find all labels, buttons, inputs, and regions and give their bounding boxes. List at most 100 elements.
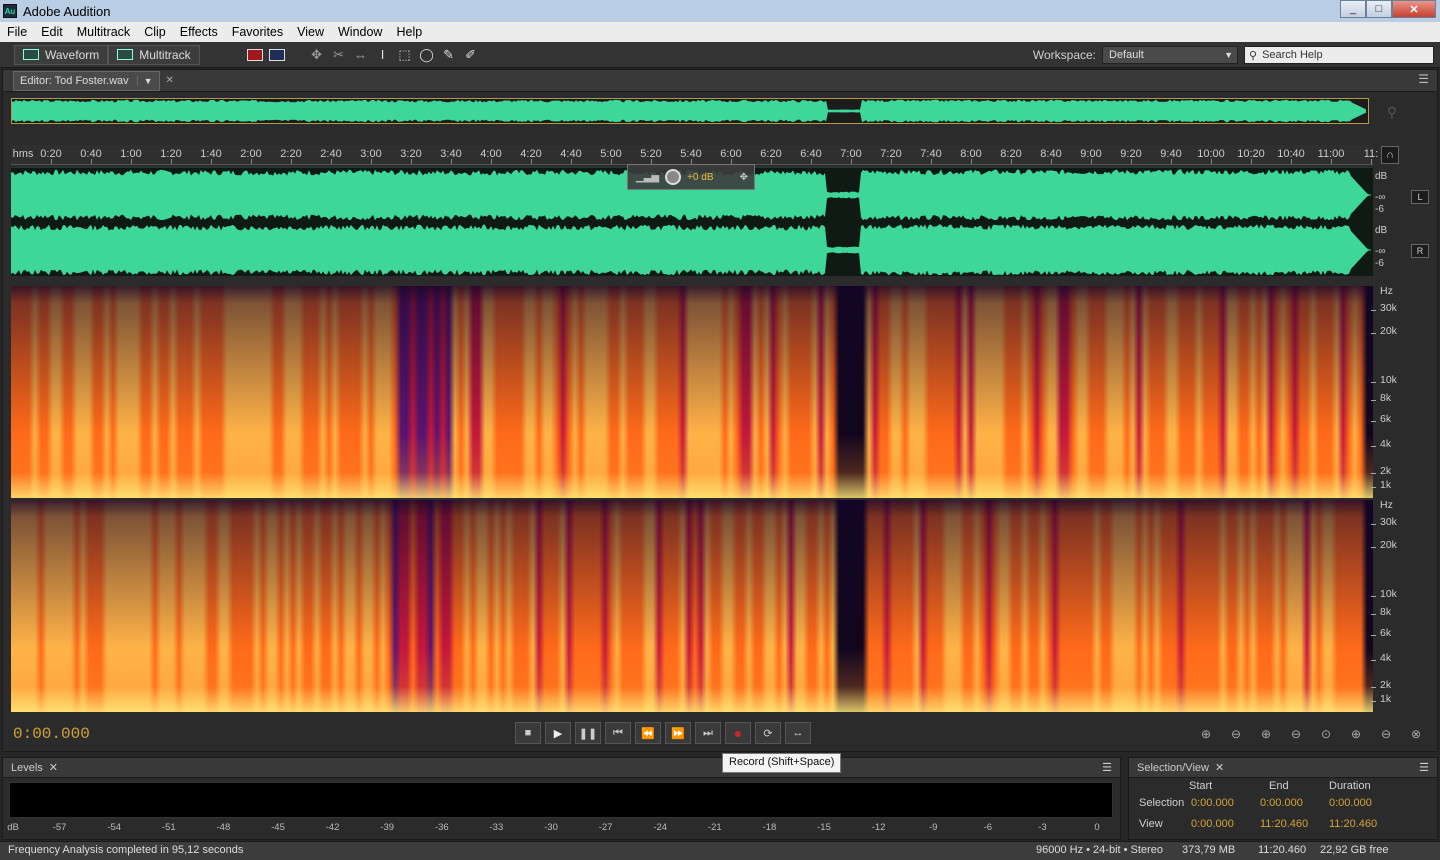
overview-navigator[interactable]: [11, 98, 1369, 124]
selection-start-field[interactable]: 0:00.000: [1191, 797, 1234, 809]
current-time-display[interactable]: 0:00.000: [13, 725, 90, 743]
zoom-out-time-icon[interactable]: ⊖: [1285, 724, 1307, 744]
time-ruler[interactable]: hms 0:20 0:40 1:00 1:20 1:40 2:00 2:20 2:40 3:00…: [11, 145, 1378, 165]
close-button[interactable]: ✕: [1392, 0, 1436, 18]
overview-waveform: [12, 99, 1366, 123]
workspace-select[interactable]: Default ▼: [1102, 46, 1238, 64]
level-scale-label: -36: [434, 822, 449, 833]
workspace-value: Default: [1109, 49, 1144, 61]
skip-selection-button[interactable]: ↔: [785, 722, 811, 744]
frequency-tick: [1371, 547, 1376, 548]
close-tab-icon[interactable]: ✕: [1215, 761, 1224, 774]
search-help-input[interactable]: ⚲ Search Help: [1244, 46, 1434, 64]
selection-end-field[interactable]: 0:00.000: [1260, 797, 1303, 809]
ruler-tick: [1091, 159, 1092, 164]
lasso-tool-icon[interactable]: ◯: [416, 45, 438, 65]
menu-edit[interactable]: Edit: [34, 25, 70, 39]
volume-knob[interactable]: [665, 169, 682, 185]
next-button[interactable]: ⏭: [695, 722, 721, 744]
rewind-button[interactable]: ⏪: [635, 722, 661, 744]
maximize-button[interactable]: □: [1366, 0, 1392, 18]
menu-clip[interactable]: Clip: [137, 25, 173, 39]
chevron-down-icon[interactable]: ▼: [136, 75, 153, 86]
zoom-in-time-icon[interactable]: ⊕: [1255, 724, 1277, 744]
level-scale-label: -21: [707, 822, 722, 833]
row-selection-label: Selection: [1139, 797, 1185, 809]
record-button[interactable]: ●: [725, 722, 751, 744]
waveform-shape: [11, 224, 1371, 275]
ruler-tick: [331, 159, 332, 164]
view-start-field[interactable]: 0:00.000: [1191, 818, 1234, 830]
waveform-view-button[interactable]: Waveform: [14, 44, 109, 65]
selection-duration-field[interactable]: 0:00.000: [1329, 797, 1372, 809]
col-end-header: End: [1269, 780, 1289, 792]
menu-view[interactable]: View: [290, 25, 331, 39]
play-button[interactable]: ▶: [545, 722, 571, 744]
view-end-field[interactable]: 11:20.460: [1260, 818, 1308, 830]
frequency-label: 1k: [1380, 693, 1392, 705]
frequency-label: 30k: [1380, 302, 1397, 314]
spectrogram-right-channel[interactable]: [11, 500, 1373, 712]
channel-right-toggle[interactable]: R: [1411, 244, 1429, 258]
slip-tool-icon[interactable]: ↔: [350, 45, 372, 65]
frequency-label: 10k: [1380, 374, 1397, 386]
menu-favorites[interactable]: Favorites: [225, 25, 290, 39]
frequency-tick: [1371, 473, 1376, 474]
ruler-tick: [971, 159, 972, 164]
headphones-icon[interactable]: ∩: [1381, 146, 1399, 164]
spectrogram-left-channel[interactable]: [11, 286, 1373, 498]
zoom-selection-icon[interactable]: ⊗: [1405, 724, 1427, 744]
selection-view-title: Selection/View: [1137, 761, 1209, 774]
panel-menu-icon[interactable]: ☰: [1418, 72, 1429, 86]
ruler-tick: [1131, 159, 1132, 164]
search-icon: ⚲: [1249, 49, 1258, 62]
spot-healing-tool-icon[interactable]: ✐: [460, 45, 482, 65]
ruler-tick: [1211, 159, 1212, 164]
menu-multitrack[interactable]: Multitrack: [70, 25, 137, 39]
ruler-tick: [851, 159, 852, 164]
razor-tool-icon[interactable]: ✂: [328, 45, 350, 65]
channel-left-toggle[interactable]: L: [1411, 190, 1429, 204]
zoom-in-amplitude-icon[interactable]: ⊕: [1195, 724, 1217, 744]
minimize-button[interactable]: _: [1340, 0, 1366, 18]
level-scale-label: -54: [107, 822, 122, 833]
zoom-out-amplitude-icon[interactable]: ⊖: [1225, 724, 1247, 744]
menu-file[interactable]: File: [0, 25, 34, 39]
zoom-out-point-icon[interactable]: ⊖: [1375, 724, 1397, 744]
pitch-display-icon[interactable]: [266, 45, 288, 65]
ruler-tick: [291, 159, 292, 164]
multitrack-view-button[interactable]: Multitrack: [108, 44, 200, 65]
level-scale-label: dB: [7, 822, 19, 833]
hud-volume-control[interactable]: ▁▃▅ +0 dB ✥: [627, 164, 755, 190]
time-selection-tool-icon[interactable]: I: [372, 45, 394, 65]
level-scale-label: -51: [161, 822, 176, 833]
frequency-label: 1k: [1380, 479, 1392, 491]
zoom-icon[interactable]: ⚲: [1387, 104, 1397, 121]
fast-forward-button[interactable]: ⏩: [665, 722, 691, 744]
loop-playback-button[interactable]: ⟳: [755, 722, 781, 744]
status-bar: Frequency Analysis completed in 95,12 se…: [0, 841, 1440, 860]
menu-effects[interactable]: Effects: [173, 25, 225, 39]
spectral-display-icon[interactable]: [244, 45, 266, 65]
panel-menu-icon[interactable]: ☰: [1419, 761, 1437, 774]
stop-button[interactable]: ■: [515, 722, 541, 744]
marquee-tool-icon[interactable]: ⬚: [394, 45, 416, 65]
pin-icon[interactable]: ✥: [740, 172, 748, 183]
menu-help[interactable]: Help: [389, 25, 429, 39]
pause-button[interactable]: ❚❚: [575, 722, 601, 744]
brush-tool-icon[interactable]: ✎: [438, 45, 460, 65]
zoom-out-full-icon[interactable]: ⊙: [1315, 724, 1337, 744]
level-scale-label: -57: [52, 822, 67, 833]
menu-window[interactable]: Window: [331, 25, 389, 39]
move-tool-icon[interactable]: ✥: [306, 45, 328, 65]
zoom-in-point-icon[interactable]: ⊕: [1345, 724, 1367, 744]
editor-tab[interactable]: Editor: Tod Foster.wav ▼: [13, 70, 160, 91]
panel-menu-icon[interactable]: ☰: [1102, 761, 1120, 774]
close-tab-icon[interactable]: ✕: [49, 761, 58, 774]
frequency-label: 10k: [1380, 588, 1397, 600]
close-tab-icon[interactable]: ✕: [166, 75, 174, 86]
previous-button[interactable]: ⏮: [605, 722, 631, 744]
view-duration-field[interactable]: 11:20.460: [1329, 818, 1377, 830]
ruler-tick: [1051, 159, 1052, 164]
level-scale-label: -30: [544, 822, 558, 833]
